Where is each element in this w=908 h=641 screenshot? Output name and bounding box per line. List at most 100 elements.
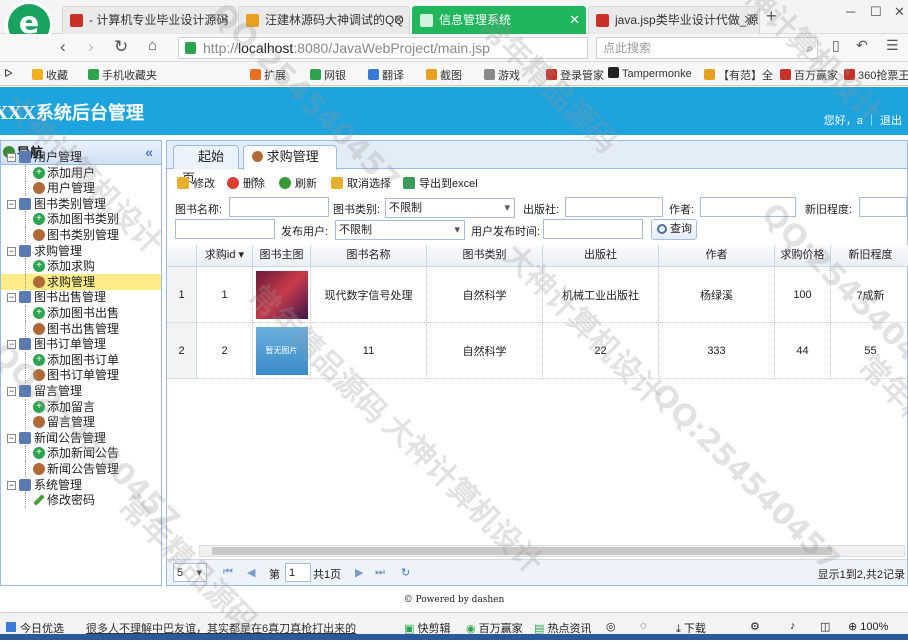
home-icon[interactable]: ⌂ xyxy=(148,37,157,54)
url-input[interactable]: http://localhost:8080/JavaWebProject/mai… xyxy=(178,37,588,59)
author-input[interactable] xyxy=(700,197,796,217)
cell-id[interactable]: 1 xyxy=(197,267,253,323)
nav-group[interactable]: − 留言管理 xyxy=(1,383,161,399)
nav-item[interactable]: + 添加图书类别 xyxy=(1,211,161,228)
cell-image[interactable] xyxy=(253,267,311,323)
nav-item[interactable]: 图书出售管理 xyxy=(1,320,161,337)
column-header[interactable]: 图书主图 xyxy=(253,245,311,267)
fav-login[interactable]: 登录管家 xyxy=(546,67,604,83)
browser-tab-1[interactable]: - 计算机专业毕业设计源码 ✕ xyxy=(62,6,236,34)
tree-toggle-icon[interactable]: − xyxy=(7,199,16,209)
back-icon[interactable]: ‹ xyxy=(60,37,66,57)
condition-input[interactable] xyxy=(859,197,907,217)
status-speed-icon[interactable]: ◎ xyxy=(606,620,616,633)
nav-group[interactable]: − 图书类别管理 xyxy=(1,196,161,212)
cell-category[interactable]: 自然科学 xyxy=(427,267,543,323)
edit-button[interactable]: 修改 xyxy=(177,175,215,191)
new-tab-icon[interactable]: + xyxy=(766,6,777,27)
fav-extensions[interactable]: 扩展 xyxy=(250,67,286,83)
tree-toggle-icon[interactable]: − xyxy=(7,480,16,490)
pager-refresh-icon[interactable]: ↻ xyxy=(401,566,410,579)
last-page-icon[interactable]: ⏭ xyxy=(375,566,385,579)
status-settings-icon[interactable]: ⚙ xyxy=(750,620,760,633)
undo-icon[interactable]: ↶ xyxy=(856,37,868,54)
nav-item[interactable]: + 添加新闻公告 xyxy=(1,445,161,462)
cell-publisher[interactable]: 机械工业出版社 xyxy=(543,267,659,323)
cell-image[interactable]: 暂无图片 xyxy=(253,323,311,379)
cell-price[interactable]: 44 xyxy=(775,323,831,379)
nav-item[interactable]: 留言管理 xyxy=(1,414,161,431)
fav-ticket[interactable]: 360抢票王 xyxy=(844,67,908,83)
prev-page-icon[interactable]: ◀ xyxy=(247,566,255,579)
tab-close-icon[interactable]: ✕ xyxy=(743,7,754,33)
fav-games[interactable]: 游戏 xyxy=(484,67,520,83)
query-button[interactable]: 查询 xyxy=(651,219,697,240)
status-camera-icon[interactable]: ◫ xyxy=(820,620,830,633)
cell-author[interactable]: 333 xyxy=(659,323,775,379)
nav-item[interactable]: + 添加图书订单 xyxy=(1,351,161,368)
nav-item[interactable]: + 添加求购 xyxy=(1,258,161,275)
fav-translate[interactable]: 翻译 xyxy=(368,67,404,83)
status-zoom[interactable]: ⊕ 100% xyxy=(848,620,888,633)
nav-group[interactable]: − 用户管理 xyxy=(1,149,161,165)
nav-item[interactable]: 新闻公告管理 xyxy=(1,461,161,477)
search-icon[interactable]: ⌕ xyxy=(806,38,813,58)
row-number[interactable]: 1 xyxy=(167,267,197,323)
nav-item[interactable]: 图书订单管理 xyxy=(1,367,161,384)
export-excel-button[interactable]: 导出到excel xyxy=(403,175,478,191)
publish-time-input[interactable] xyxy=(543,219,643,239)
nav-item[interactable]: 用户管理 xyxy=(1,180,161,197)
browser-tab-2[interactable]: 汪建林源码大神调试的QQ ✕ xyxy=(238,6,410,34)
sidebar-toggle-icon[interactable]: ᐅ xyxy=(4,67,12,80)
status-globe-icon[interactable]: ◌ xyxy=(640,620,647,632)
nav-group[interactable]: − 求购管理 xyxy=(1,243,161,259)
tree-toggle-icon[interactable]: − xyxy=(7,293,16,303)
fav-mobile[interactable]: 手机收藏夹 xyxy=(88,67,157,83)
nav-group[interactable]: − 图书出售管理 xyxy=(1,289,161,305)
nav-group[interactable]: − 新闻公告管理 xyxy=(1,430,161,446)
next-page-icon[interactable]: ▶ xyxy=(355,566,363,579)
fav-tampermonkey[interactable]: Tampermonke xyxy=(608,67,692,80)
menu-icon[interactable]: ☰ xyxy=(886,37,899,54)
tree-toggle-icon[interactable]: − xyxy=(7,433,16,443)
nav-group[interactable]: − 图书订单管理 xyxy=(1,336,161,352)
cell-name[interactable]: 现代数字信号处理 xyxy=(311,267,427,323)
column-header[interactable]: 出版社 xyxy=(543,245,659,267)
column-header[interactable]: 图书名称 xyxy=(311,245,427,267)
status-sound-icon[interactable]: ♪ xyxy=(790,620,796,632)
cell-price[interactable]: 100 xyxy=(775,267,831,323)
category-select[interactable]: 不限制 xyxy=(385,198,515,218)
forward-icon[interactable]: › xyxy=(88,37,94,57)
column-header[interactable]: 新旧程度 xyxy=(831,245,908,267)
user-select[interactable]: 不限制 xyxy=(335,220,465,240)
minimize-icon[interactable]: ─ xyxy=(846,4,855,19)
page-size-select[interactable]: 5 xyxy=(173,563,207,582)
condition-input-cont[interactable] xyxy=(175,219,275,239)
cell-category[interactable]: 自然科学 xyxy=(427,323,543,379)
delete-button[interactable]: 删除 xyxy=(227,175,265,191)
column-header[interactable]: 作者 xyxy=(659,245,775,267)
fav-screenshot[interactable]: 截图 xyxy=(426,67,462,83)
tab-close-icon[interactable]: ✕ xyxy=(393,7,404,33)
cell-condition[interactable]: 55 xyxy=(831,323,908,379)
reload-icon[interactable]: ↻ xyxy=(114,37,128,57)
nav-item[interactable]: + 添加图书出售 xyxy=(1,305,161,321)
column-header[interactable]: 求购id ▾ xyxy=(197,245,253,267)
nav-item[interactable]: + 添加用户 xyxy=(1,164,161,181)
tree-toggle-icon[interactable]: − xyxy=(7,246,16,256)
publisher-input[interactable] xyxy=(565,197,663,217)
nav-item[interactable]: 求购管理 xyxy=(1,273,161,290)
fav-bank[interactable]: 网银 xyxy=(310,67,346,83)
cell-author[interactable]: 杨绿溪 xyxy=(659,267,775,323)
nav-item[interactable]: + 添加留言 xyxy=(1,398,161,415)
maximize-icon[interactable]: ☐ xyxy=(870,4,882,20)
cell-condition[interactable]: 7成新 xyxy=(831,267,908,323)
fav-collect[interactable]: 收藏 xyxy=(32,67,68,83)
first-page-icon[interactable]: ⏮ xyxy=(223,566,233,579)
deselect-button[interactable]: 取消选择 xyxy=(331,175,391,191)
cell-publisher[interactable]: 22 xyxy=(543,323,659,379)
tab-start-page[interactable]: 起始页 xyxy=(173,145,239,186)
column-header[interactable]: 求购价格 xyxy=(775,245,831,267)
cell-name[interactable]: 11 xyxy=(311,323,427,379)
tab-purchase-management[interactable]: 求购管理 × xyxy=(243,145,337,186)
